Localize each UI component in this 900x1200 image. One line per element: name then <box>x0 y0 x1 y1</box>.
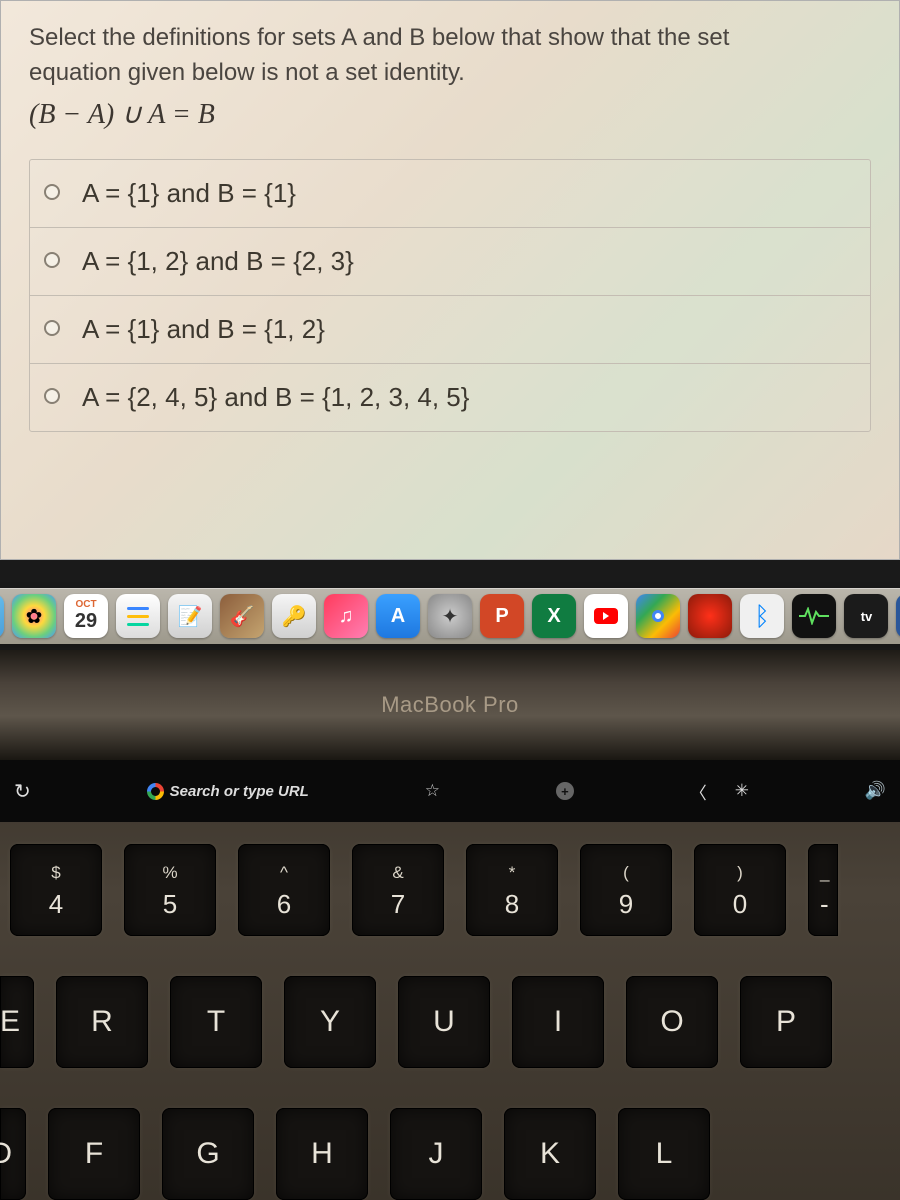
answer-option-text: A = {1, 2} and B = {2, 3} <box>82 246 354 277</box>
dock-chrome-icon[interactable] <box>636 594 680 638</box>
radio-icon[interactable] <box>44 252 60 268</box>
key-minus[interactable]: _- <box>808 844 838 936</box>
key-l[interactable]: L <box>618 1108 710 1200</box>
key-0[interactable]: )0 <box>694 844 786 936</box>
dock-app-icon[interactable] <box>688 594 732 638</box>
dock-garageband-icon[interactable]: 🎸 <box>220 594 264 638</box>
dock-keychain-icon[interactable]: 🔑 <box>272 594 316 638</box>
question-equation: (B − A) ∪ A = B <box>29 97 871 131</box>
dock-bluetooth-icon[interactable]: ᛒ <box>740 594 784 638</box>
key-7[interactable]: &7 <box>352 844 444 936</box>
key-d[interactable]: D <box>0 1108 26 1200</box>
key-row-asdf: D F G H J K L <box>0 1108 900 1200</box>
radio-icon[interactable] <box>44 184 60 200</box>
key-u[interactable]: U <box>398 976 490 1068</box>
question-line-1: Select the definitions for sets A and B … <box>29 24 729 51</box>
key-j[interactable]: J <box>390 1108 482 1200</box>
dock-reminders-icon[interactable] <box>116 594 160 638</box>
touchbar-search-label: Search or type URL <box>170 783 309 800</box>
plus-icon[interactable]: + <box>556 782 574 800</box>
touchbar-search[interactable]: Search or type URL <box>147 783 309 800</box>
key-r[interactable]: R <box>56 976 148 1068</box>
dock-photos-icon[interactable]: ✿ <box>12 594 56 638</box>
answer-option-3[interactable]: A = {2, 4, 5} and B = {1, 2, 3, 4, 5} <box>30 364 870 431</box>
calendar-month: OCT <box>75 599 96 610</box>
key-9[interactable]: (9 <box>580 844 672 936</box>
dock-calendar-icon[interactable]: OCT 29 <box>64 594 108 638</box>
macos-dock: ⚙︎ ✿ OCT 29 📝 🎸 🔑 ♫ A ✦ P X ᛒ tv W <box>0 588 900 644</box>
chevron-left-icon[interactable]: 〈 <box>690 779 707 804</box>
key-k[interactable]: K <box>504 1108 596 1200</box>
answer-option-0[interactable]: A = {1} and B = {1} <box>30 160 870 228</box>
dock-system-preferences-icon[interactable]: ⚙︎ <box>0 594 4 638</box>
key-t[interactable]: T <box>170 976 262 1068</box>
keyboard-deck: ↻ Search or type URL ☆ + 〈 ✳︎ 🔊 $4 %5 ^6… <box>0 760 900 1200</box>
dock-activity-monitor-icon[interactable] <box>792 594 836 638</box>
key-5[interactable]: %5 <box>124 844 216 936</box>
question-line-2: equation given below is not a set identi… <box>29 59 465 86</box>
radio-icon[interactable] <box>44 320 60 336</box>
tv-label: tv <box>861 609 873 624</box>
answer-option-1[interactable]: A = {1, 2} and B = {2, 3} <box>30 228 870 296</box>
question-prompt: Select the definitions for sets A and B … <box>29 21 871 91</box>
key-o[interactable]: O <box>626 976 718 1068</box>
dock-powerpoint-icon[interactable]: P <box>480 594 524 638</box>
key-g[interactable]: G <box>162 1108 254 1200</box>
dock-app-store-icon[interactable]: A <box>376 594 420 638</box>
answer-options: A = {1} and B = {1} A = {1, 2} and B = {… <box>29 159 871 432</box>
dock-textedit-icon[interactable]: 📝 <box>168 594 212 638</box>
star-icon[interactable]: ☆ <box>425 781 440 801</box>
answer-option-text: A = {2, 4, 5} and B = {1, 2, 3, 4, 5} <box>82 382 469 413</box>
key-4[interactable]: $4 <box>10 844 102 936</box>
volume-icon[interactable]: 🔊 <box>865 781 886 801</box>
answer-option-text: A = {1} and B = {1} <box>82 178 296 209</box>
answer-option-text: A = {1} and B = {1, 2} <box>82 314 325 345</box>
dock-music-icon[interactable]: ♫ <box>324 594 368 638</box>
dock-youtube-icon[interactable] <box>584 594 628 638</box>
key-f[interactable]: F <box>48 1108 140 1200</box>
key-h[interactable]: H <box>276 1108 368 1200</box>
touch-bar: ↻ Search or type URL ☆ + 〈 ✳︎ 🔊 <box>0 760 900 822</box>
radio-icon[interactable] <box>44 388 60 404</box>
key-8[interactable]: *8 <box>466 844 558 936</box>
brightness-icon[interactable]: ✳︎ <box>735 781 749 801</box>
dock-safari-icon[interactable]: ✦ <box>428 594 472 638</box>
key-e[interactable]: E <box>0 976 34 1068</box>
calendar-day: 29 <box>75 610 97 633</box>
dock-word-icon[interactable]: W <box>896 594 900 638</box>
dock-excel-icon[interactable]: X <box>532 594 576 638</box>
key-row-qwerty: E R T Y U I O P <box>0 976 900 1068</box>
key-row-numbers: $4 %5 ^6 &7 *8 (9 )0 _- <box>0 844 900 936</box>
quiz-question-card: Select the definitions for sets A and B … <box>0 0 900 560</box>
key-i[interactable]: I <box>512 976 604 1068</box>
google-icon <box>147 783 164 800</box>
macos-dock-area: ⚙︎ ✿ OCT 29 📝 🎸 🔑 ♫ A ✦ P X ᛒ tv W <box>0 582 900 650</box>
key-6[interactable]: ^6 <box>238 844 330 936</box>
laptop-brand-label: MacBook Pro <box>381 692 519 718</box>
dock-appletv-icon[interactable]: tv <box>844 594 888 638</box>
key-p[interactable]: P <box>740 976 832 1068</box>
answer-option-2[interactable]: A = {1} and B = {1, 2} <box>30 296 870 364</box>
refresh-icon[interactable]: ↻ <box>14 779 31 804</box>
key-y[interactable]: Y <box>284 976 376 1068</box>
laptop-hinge: MacBook Pro <box>0 650 900 760</box>
keyboard-keys: $4 %5 ^6 &7 *8 (9 )0 _- E R T Y U I O P … <box>0 822 900 1200</box>
